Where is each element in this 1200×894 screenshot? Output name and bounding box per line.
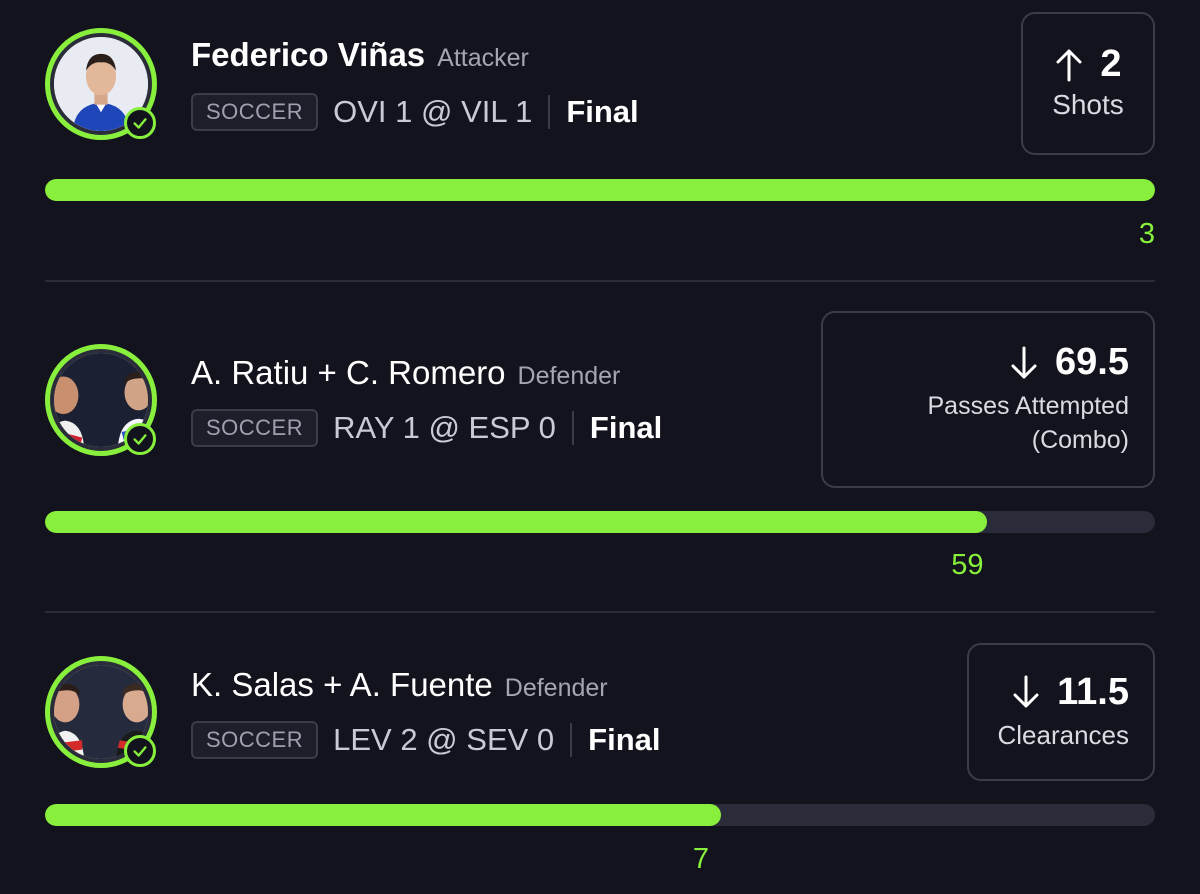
game-status: Final xyxy=(588,722,661,757)
game-score: OVI 1 @ VIL 1 xyxy=(333,94,533,129)
pick-card[interactable]: K. Salas + A. Fuente Defender SOCCER LEV… xyxy=(0,613,1200,894)
player-position: Defender xyxy=(504,674,608,702)
stat-label: Shots xyxy=(1052,89,1124,121)
sport-tag: SOCCER xyxy=(191,721,319,759)
pick-card[interactable]: A. Ratiu + C. Romero Defender SOCCER RAY… xyxy=(0,282,1200,612)
progress-fill xyxy=(45,179,1155,201)
progress-bar xyxy=(45,179,1155,201)
pick-line-box[interactable]: 11.5 Clearances xyxy=(967,643,1155,781)
player-avatar xyxy=(45,344,157,456)
separator xyxy=(571,411,574,445)
progress-fill xyxy=(45,511,988,533)
game-score: RAY 1 @ ESP 0 xyxy=(333,410,556,445)
player-avatar xyxy=(45,28,157,140)
sport-tag: SOCCER xyxy=(191,409,319,447)
actual-value: 7 xyxy=(692,843,710,875)
game-score: LEV 2 @ SEV 0 xyxy=(333,722,555,757)
arrow-up-icon xyxy=(1056,49,1082,82)
arrow-down-icon xyxy=(1013,675,1039,708)
line-value: 69.5 xyxy=(1055,341,1129,384)
progress-bar xyxy=(45,804,1155,826)
pick-card[interactable]: Federico Viñas Attacker SOCCER OVI 1 @ V… xyxy=(0,0,1200,282)
actual-value: 59 xyxy=(951,549,984,581)
line-value: 2 xyxy=(1100,43,1122,86)
player-position: Defender xyxy=(517,362,621,390)
verified-check-icon xyxy=(124,107,156,139)
game-status: Final xyxy=(589,410,663,445)
player-name: Federico Viñas xyxy=(191,36,426,73)
pick-line-box[interactable]: 2 Shots xyxy=(1021,12,1155,155)
player-position: Attacker xyxy=(437,44,529,72)
player-name: K. Salas + A. Fuente xyxy=(191,666,493,703)
progress-fill xyxy=(45,804,721,826)
actual-value: 3 xyxy=(1138,218,1155,250)
separator xyxy=(570,723,573,757)
player-avatar xyxy=(45,656,157,768)
stat-label: Clearances xyxy=(997,719,1129,750)
separator xyxy=(548,95,551,129)
sport-tag: SOCCER xyxy=(191,93,319,131)
stat-sublabel: (Combo) xyxy=(1031,426,1129,454)
pick-line-box[interactable]: 69.5 Passes Attempted (Combo) xyxy=(821,311,1155,488)
stat-label: Passes Attempted xyxy=(927,392,1129,421)
player-name: A. Ratiu + C. Romero xyxy=(191,354,506,391)
progress-bar xyxy=(45,511,1155,533)
line-value: 11.5 xyxy=(1057,670,1129,713)
verified-check-icon xyxy=(124,423,156,455)
verified-check-icon xyxy=(124,735,156,767)
arrow-down-icon xyxy=(1011,346,1037,379)
game-status: Final xyxy=(566,94,639,129)
